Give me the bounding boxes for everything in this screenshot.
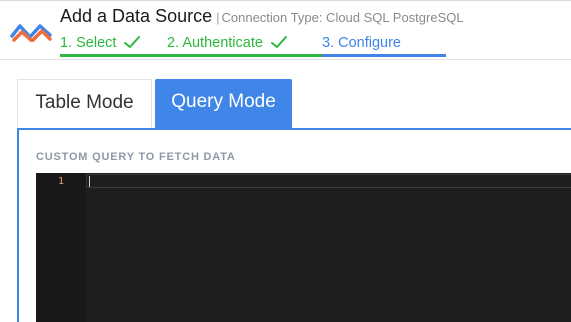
step-authenticate-progress-bar [167, 54, 322, 57]
brand-logo-icon [10, 24, 52, 42]
checkmark-icon [270, 36, 287, 48]
step-configure-progress-bar [322, 54, 446, 57]
header-divider [0, 59, 571, 60]
text-cursor [89, 176, 90, 187]
add-data-source-screen: Add a Data Source | Connection Type: Cloud… [0, 0, 571, 322]
step-authenticate[interactable]: 2. Authenticate [167, 33, 322, 57]
step-select[interactable]: 1. Select [60, 33, 167, 57]
tab-table-mode[interactable]: Table Mode [17, 79, 152, 128]
title-separator: | [216, 10, 220, 25]
editor-current-line[interactable] [86, 174, 571, 188]
step-configure-label: 3. Configure [322, 35, 401, 51]
step-configure[interactable]: 3. Configure [322, 33, 446, 57]
tab-query-mode[interactable]: Query Mode [155, 79, 292, 128]
step-select-label: 1. Select [60, 35, 117, 51]
wizard-steps: 1. Select 2. Authenticate 3. Configure [60, 33, 446, 57]
connection-type-label: Connection Type: Cloud SQL PostgreSQL [221, 10, 464, 25]
top-border [0, 0, 571, 1]
custom-query-label: CUSTOM QUERY TO FETCH DATA [36, 151, 236, 163]
editor-gutter: 1 [36, 173, 86, 322]
step-authenticate-label: 2. Authenticate [167, 35, 263, 51]
sql-query-editor[interactable]: 1 [36, 173, 571, 322]
step-select-progress-bar [60, 54, 167, 57]
checkmark-icon [124, 36, 141, 48]
line-number: 1 [58, 176, 65, 187]
header-title-row: Add a Data Source | Connection Type: Cloud… [60, 6, 464, 27]
page-title: Add a Data Source [60, 6, 213, 26]
